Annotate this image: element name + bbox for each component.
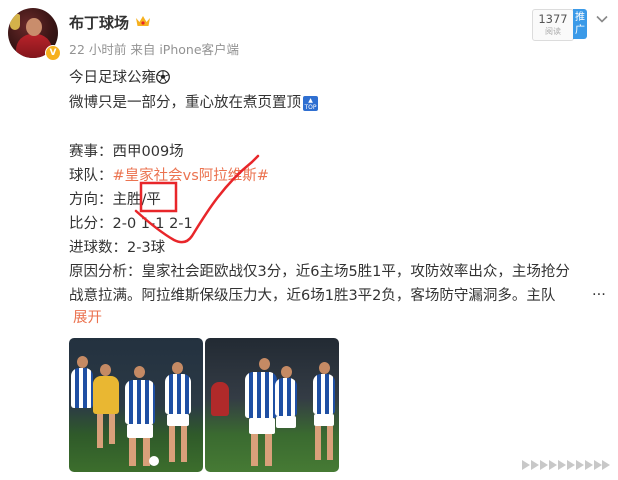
analysis-line-1: 原因分析：皇家社会距欧战仅3分，近6主场5胜1平，攻防效率出众，主场抢分 xyxy=(69,264,570,280)
truncation-ellipsis: ... xyxy=(592,283,606,299)
analysis-line-2: 战意拉满。阿拉维斯保级压力大，近6场1胜3平2负，客场防守漏洞多。主队 xyxy=(69,288,556,304)
vip-crown-icon xyxy=(136,16,150,26)
topic-link[interactable]: #皇家社会vs阿拉维斯# xyxy=(113,168,269,184)
match-line: 赛事：西甲009场 xyxy=(69,144,184,160)
post-meta: 22 小时前 来自 iPhone客户端 xyxy=(69,42,240,57)
chevron-down-icon[interactable] xyxy=(595,12,609,26)
expand-link[interactable]: 展开 xyxy=(73,306,102,327)
verified-badge-icon: V xyxy=(45,45,61,61)
trophy-icon xyxy=(10,14,20,30)
match-photo-1[interactable] xyxy=(69,338,203,472)
author-name[interactable]: 布丁球场 xyxy=(69,12,129,33)
goals-line: 进球数：2-3球 xyxy=(69,240,166,256)
direction-line: 方向：主胜/平 xyxy=(69,192,161,208)
match-photo-2[interactable] xyxy=(205,338,339,472)
promote-button[interactable]: 推广 xyxy=(573,9,587,39)
soccer-ball-icon xyxy=(156,70,170,84)
post-line-1: 今日足球公雍 xyxy=(69,66,170,87)
forward-arrows-icon xyxy=(522,460,610,470)
read-label: 阅读 xyxy=(545,27,561,36)
post-line-2: 微博只是一部分，重心放在煮页置顶 ▲ TOP xyxy=(69,95,318,111)
top-arrow-icon: ▲ TOP xyxy=(303,96,318,111)
read-count-badge: 1377 阅读 xyxy=(532,9,574,41)
read-count: 1377 xyxy=(538,12,568,26)
score-line: 比分：2-0 1-1 2-1 xyxy=(69,216,193,232)
team-line: 球队：#皇家社会vs阿拉维斯# xyxy=(69,168,269,184)
